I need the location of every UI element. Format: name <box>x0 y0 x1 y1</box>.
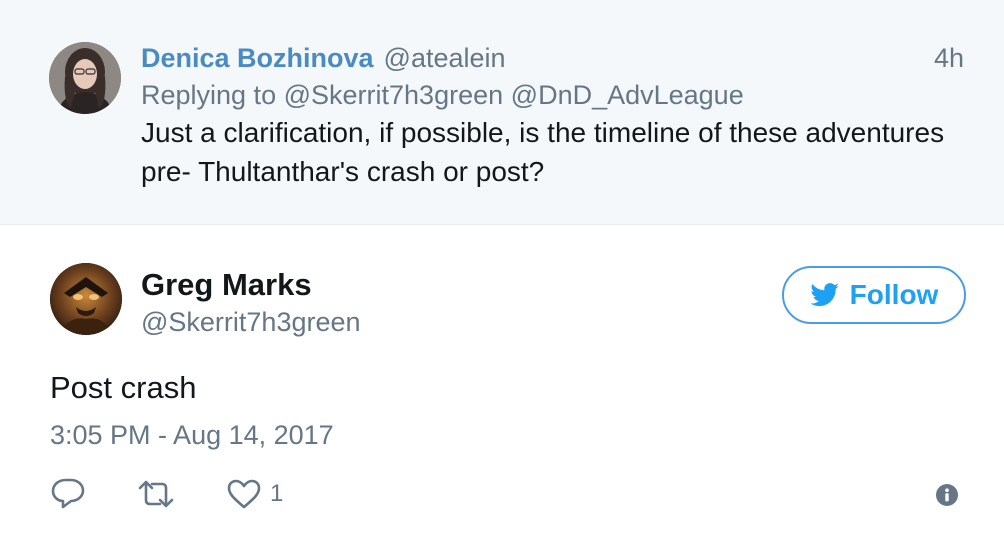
parent-author-name[interactable]: Denica Bozhinova <box>141 43 374 73</box>
follow-label: Follow <box>849 279 939 310</box>
tweet-actions: 1 <box>50 472 283 516</box>
author-name[interactable]: Greg Marks <box>141 266 312 304</box>
parent-author-handle[interactable]: @atealein <box>384 43 506 73</box>
follow-button[interactable]: Follow <box>782 266 966 324</box>
author-handle[interactable]: @Skerrit7h3green <box>141 305 361 339</box>
replying-to: Replying to @Skerrit7h3green @DnD_AdvLea… <box>141 79 744 111</box>
parent-tweet-text: Just a clarification, if possible, is th… <box>141 117 945 187</box>
tweet-timestamp[interactable]: 3:05 PM - Aug 14, 2017 <box>50 418 334 452</box>
parent-header: Denica Bozhinova @atealein <box>141 42 506 74</box>
reply-button[interactable] <box>50 477 86 511</box>
avatar-image <box>50 263 122 335</box>
tweet-text: Post crash <box>50 370 197 405</box>
info-icon[interactable] <box>936 484 958 506</box>
retweet-icon <box>136 479 176 509</box>
replying-label: Replying to <box>141 80 277 110</box>
avatar[interactable] <box>50 263 122 335</box>
reply-mention-link[interactable]: @Skerrit7h3green <box>284 80 504 110</box>
like-button[interactable]: 1 <box>226 478 283 510</box>
like-count: 1 <box>270 480 284 507</box>
reply-mention-link[interactable]: @DnD_AdvLeague <box>511 80 744 110</box>
avatar[interactable] <box>49 42 121 114</box>
reply-icon <box>50 477 86 511</box>
heart-icon <box>226 478 262 510</box>
avatar-image <box>49 42 121 114</box>
twitter-bird-icon <box>810 283 840 307</box>
parent-timestamp[interactable]: 4h <box>934 42 964 74</box>
parent-tweet[interactable]: Denica Bozhinova @atealein 4h Replying to… <box>0 0 1004 225</box>
retweet-button[interactable] <box>136 479 176 509</box>
